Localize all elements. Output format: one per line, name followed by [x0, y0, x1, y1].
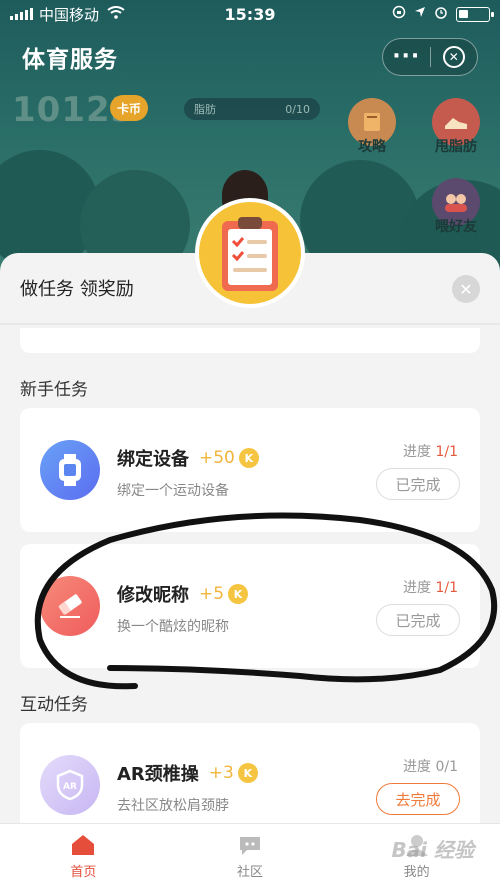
- feed-friends-button[interactable]: 喂好友: [430, 178, 482, 236]
- task-name: 绑定设备 +50 K: [117, 445, 259, 471]
- task-title: 修改昵称: [117, 585, 189, 606]
- k-coin-icon: K: [228, 584, 249, 604]
- eraser-icon: [40, 576, 100, 636]
- mini-program-capsule: ··· ✕: [382, 38, 478, 76]
- section-title-interactive: 互动任务: [20, 695, 88, 715]
- task-description: 换一个酷炫的昵称: [117, 619, 229, 635]
- progress-label: 进度: [403, 759, 432, 775]
- location-icon: [414, 6, 426, 22]
- feed-friends-label: 喂好友: [435, 219, 477, 235]
- task-name: AR颈椎操 +3 K: [117, 760, 258, 786]
- battery-icon: [456, 6, 494, 22]
- ar-icon: AR: [40, 755, 100, 815]
- tab-label: 社区: [237, 865, 264, 880]
- task-reward: +5: [199, 584, 225, 604]
- svg-text:AR: AR: [63, 782, 77, 792]
- fat-progress: 0/10: [285, 102, 310, 116]
- task-description: 去社区放松肩颈脖: [117, 798, 229, 814]
- task-progress: 进度 0/1: [403, 756, 458, 776]
- task-description: 绑定一个运动设备: [117, 483, 229, 499]
- fat-progress-bar: 脂肪 0/10: [184, 98, 320, 120]
- progress-value: 1/1: [435, 444, 458, 460]
- coin-unit-badge: 卡币: [110, 95, 148, 121]
- shake-fat-button[interactable]: 甩脂肪: [430, 98, 482, 156]
- task-title: 绑定设备: [117, 449, 189, 470]
- sheet-title: 做任务 领奖励: [20, 279, 134, 300]
- shake-fat-label: 甩脂肪: [435, 139, 477, 155]
- tab-community[interactable]: 社区: [167, 824, 334, 889]
- more-button[interactable]: ···: [383, 46, 430, 68]
- task-sheet: 做任务 领奖励 ✕ 新手任务 绑定设备 +50 K 绑定一个运动设备 进度 1/…: [0, 253, 500, 889]
- tab-label: 我的: [403, 865, 430, 880]
- close-icon: ✕: [459, 279, 473, 299]
- section-title-beginner: 新手任务: [20, 380, 88, 400]
- chat-bubble-icon: [237, 833, 263, 857]
- task-reward: +50: [199, 448, 235, 468]
- k-coin-icon: K: [238, 448, 259, 468]
- guide-button[interactable]: 攻略: [346, 98, 398, 156]
- progress-value: 1/1: [435, 580, 458, 596]
- exit-button[interactable]: ✕: [431, 46, 478, 68]
- alarm-icon: [434, 5, 448, 23]
- k-coin-icon: K: [237, 763, 258, 783]
- progress-label: 进度: [403, 580, 432, 596]
- task-progress: 进度 1/1: [403, 577, 458, 597]
- progress-value: 0/1: [435, 759, 458, 775]
- signal-icon: [10, 8, 33, 20]
- watch-icon: [40, 440, 100, 500]
- carrier-label: 中国移动: [39, 5, 100, 24]
- watermark: Bai 经验: [391, 838, 474, 862]
- task-title: AR颈椎操: [117, 764, 199, 785]
- sheet-divider: [0, 323, 500, 325]
- app-title: 体育服务: [22, 47, 118, 73]
- guide-label: 攻略: [358, 139, 386, 155]
- status-bar: 中国移动 15:39: [0, 0, 500, 28]
- sheet-close-button[interactable]: ✕: [452, 275, 480, 303]
- task-card: 绑定设备 +50 K 绑定一个运动设备 进度 1/1 已完成: [20, 408, 480, 532]
- close-icon: ✕: [442, 46, 465, 68]
- go-complete-button[interactable]: 去完成: [376, 783, 460, 815]
- fat-label: 脂肪: [194, 103, 216, 116]
- task-completed-button[interactable]: 已完成: [376, 468, 460, 500]
- home-icon: [70, 833, 96, 857]
- task-card-partial: [20, 328, 480, 353]
- task-completed-button[interactable]: 已完成: [376, 604, 460, 636]
- task-progress: 进度 1/1: [403, 441, 458, 461]
- progress-label: 进度: [403, 444, 432, 460]
- clipboard-icon: [195, 198, 305, 308]
- tab-home[interactable]: 首页: [0, 824, 167, 889]
- tab-label: 首页: [70, 865, 97, 880]
- lock-rotation-icon: [392, 5, 406, 23]
- task-name: 修改昵称 +5 K: [117, 581, 249, 607]
- wifi-icon: [107, 5, 125, 23]
- task-card: 修改昵称 +5 K 换一个酷炫的昵称 进度 1/1 已完成: [20, 544, 480, 668]
- task-reward: +3: [208, 763, 234, 783]
